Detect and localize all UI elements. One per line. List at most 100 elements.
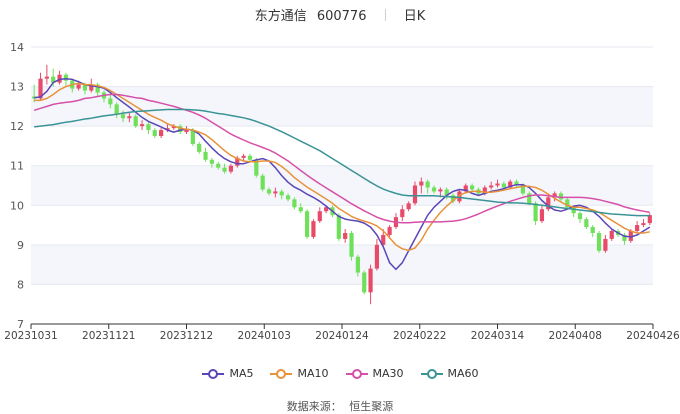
y-tick-label: 14 xyxy=(10,41,24,54)
candle-body xyxy=(298,207,303,212)
candle-body xyxy=(603,238,608,251)
candle-body xyxy=(412,185,418,204)
candle-body xyxy=(362,272,367,293)
x-tick-label: 20240408 xyxy=(549,330,602,342)
source-label: 数据来源： xyxy=(286,400,342,413)
candle-body xyxy=(609,231,614,239)
candle-body xyxy=(406,203,411,210)
x-tick-label: 20231121 xyxy=(82,330,135,342)
candle-body xyxy=(647,215,652,224)
x-tick-label: 20231031 xyxy=(4,330,57,342)
legend-label: MA10 xyxy=(297,367,329,380)
candle-body xyxy=(343,232,348,239)
candle-body xyxy=(374,244,380,269)
candle-body xyxy=(266,189,272,194)
legend-marker-icon xyxy=(420,369,443,379)
y-tick-label: 10 xyxy=(10,199,24,212)
candle-body xyxy=(292,199,297,208)
x-tick-label: 20231212 xyxy=(160,330,213,342)
candle-body xyxy=(425,181,430,188)
candle-body xyxy=(431,187,437,192)
candle-body xyxy=(387,227,392,235)
plot-band xyxy=(31,86,653,127)
candle-body xyxy=(577,213,583,220)
candle-body xyxy=(571,207,576,214)
legend-marker-dot xyxy=(351,369,362,379)
candle-body xyxy=(501,183,506,188)
candle-body xyxy=(260,175,265,190)
x-tick-label: 20240124 xyxy=(315,330,369,342)
candle-body xyxy=(635,225,640,232)
candle-body xyxy=(152,130,157,137)
y-tick-label: 8 xyxy=(17,278,24,291)
x-tick-label: 20240426 xyxy=(626,330,680,342)
candle-body xyxy=(184,130,189,133)
candle-body xyxy=(120,114,126,119)
candle-body xyxy=(209,159,214,164)
legend-label: MA5 xyxy=(229,367,254,380)
candle-body xyxy=(241,155,246,158)
candle-body xyxy=(470,185,475,190)
candle-body xyxy=(216,163,221,168)
candle-body xyxy=(489,185,494,188)
chart-container: 东方通信 600776 日K 7 8 9 10 11 12 13 14 20231031 202… xyxy=(0,0,680,413)
candle-body xyxy=(355,256,360,273)
legend-marker-dot xyxy=(426,369,437,379)
y-tick-label: 11 xyxy=(10,160,24,173)
legend-item-ma5[interactable]: MA5 xyxy=(201,367,253,380)
candle-body xyxy=(247,155,253,160)
candle-body xyxy=(641,223,646,226)
candle-body xyxy=(317,211,322,222)
candle-body xyxy=(133,116,138,127)
candlestick-plot: 7891011121314 20231031 20231121 20231212 20… xyxy=(4,41,680,342)
data-source: 数据来源： 恒生聚源 xyxy=(0,398,680,414)
candle-body xyxy=(349,232,354,257)
candle-body xyxy=(273,191,278,194)
candle-body xyxy=(400,209,405,218)
legend-label: MA60 xyxy=(447,367,479,380)
candle-body xyxy=(114,104,119,115)
candle-body xyxy=(203,151,208,160)
source-provider: 恒生聚源 xyxy=(349,400,394,413)
candle-body xyxy=(539,209,545,222)
candle-body xyxy=(558,193,564,200)
candle-body xyxy=(438,189,443,192)
candle-body xyxy=(533,203,538,222)
legend-marker-icon xyxy=(345,369,368,379)
legend-label: MA30 xyxy=(372,367,404,380)
legend-marker-dot xyxy=(208,369,219,379)
candle-body xyxy=(596,232,602,251)
candle-body xyxy=(44,76,49,79)
legend-marker-dot xyxy=(276,369,287,379)
candle-body xyxy=(63,74,69,81)
y-tick-label: 13 xyxy=(10,81,24,94)
candle-body xyxy=(222,167,227,172)
candle-body xyxy=(228,165,234,172)
y-axis: 7891011121314 xyxy=(10,41,24,331)
candle-body xyxy=(495,183,500,186)
legend-item-ma30[interactable]: MA30 xyxy=(345,367,404,380)
candle-body xyxy=(368,268,373,293)
legend-item-ma60[interactable]: MA60 xyxy=(420,367,479,380)
candle-body xyxy=(590,227,595,233)
legend-marker-icon xyxy=(270,369,293,379)
candle-body xyxy=(108,98,113,105)
candle-body xyxy=(197,143,202,152)
candle-body xyxy=(311,221,316,237)
x-tick-label: 20240222 xyxy=(393,330,446,342)
candle-body xyxy=(127,116,132,119)
candle-body xyxy=(584,219,589,228)
candle-body xyxy=(76,84,81,89)
legend-item-ma10[interactable]: MA10 xyxy=(269,367,329,380)
y-tick-label: 12 xyxy=(10,120,24,133)
x-tick-label: 20240314 xyxy=(471,330,525,342)
legend: MA5 MA10 MA30 MA60 xyxy=(0,367,680,380)
candle-body xyxy=(159,130,164,137)
candle-body xyxy=(336,215,341,239)
candle-body xyxy=(279,191,284,196)
plot-band xyxy=(31,244,653,285)
candle-body xyxy=(285,195,291,200)
candle-body xyxy=(304,211,310,237)
x-axis: 20231031 20231121 20231212 20240103 20240124… xyxy=(4,323,680,342)
candle-body xyxy=(139,124,145,127)
